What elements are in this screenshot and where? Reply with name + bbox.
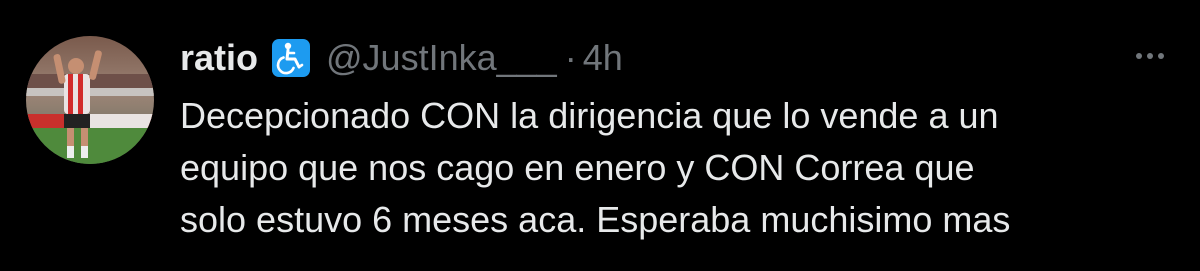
accessibility-wheelchair-icon — [272, 39, 311, 77]
tweet-text-line: solo estuvo 6 meses aca. Esperaba muchis… — [180, 199, 1011, 240]
more-horizontal-icon[interactable] — [1128, 42, 1172, 70]
tweet-text-line: Decepcionado CON la dirigencia que lo ve… — [180, 95, 999, 136]
timestamp[interactable]: 4h — [583, 37, 623, 79]
tweet-header: ratio @JustInka___ · 4h — [180, 34, 623, 82]
tweet[interactable]: ratio @JustInka___ · 4h Decepcionado CON… — [0, 0, 1200, 271]
display-name[interactable]: ratio — [180, 37, 258, 79]
tweet-text-line: equipo que nos cago en enero y CON Corre… — [180, 147, 975, 188]
avatar[interactable] — [26, 36, 154, 164]
user-handle[interactable]: @JustInka___ — [326, 37, 557, 79]
tweet-text: Decepcionado CON la dirigencia que lo ve… — [180, 90, 1190, 246]
separator-dot: · — [564, 37, 577, 78]
avatar-photo — [26, 36, 154, 164]
